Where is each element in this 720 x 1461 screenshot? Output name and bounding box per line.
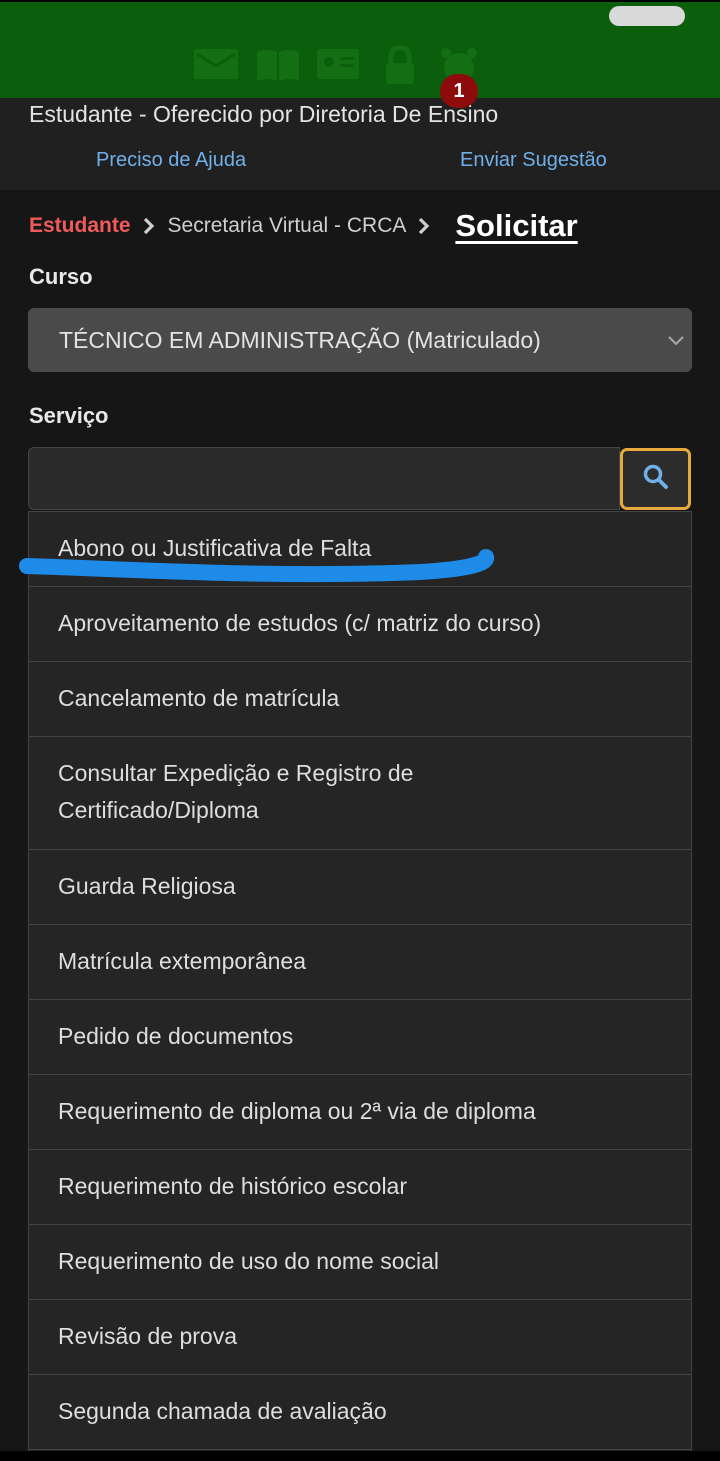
service-option-label: Abono ou Justificativa de Falta: [58, 535, 372, 561]
mail-icon[interactable]: [193, 46, 239, 87]
service-option[interactable]: Requerimento de diploma ou 2ª via de dip…: [29, 1075, 691, 1150]
chevron-right-icon: [418, 217, 430, 235]
search-icon: [642, 463, 670, 496]
service-option[interactable]: Pedido de documentos: [29, 1000, 691, 1075]
service-option-label: Guarda Religiosa: [58, 873, 236, 899]
service-option-label: Matrícula extemporânea: [58, 948, 307, 974]
service-option[interactable]: Segunda chamada de avaliação: [29, 1375, 691, 1450]
service-option[interactable]: Requerimento de histórico escolar: [29, 1150, 691, 1225]
service-option-label: Consultar Expedição e Registro de Certif…: [58, 760, 414, 823]
lock-icon[interactable]: [383, 45, 417, 91]
service-option[interactable]: Abono ou Justificativa de Falta: [29, 512, 691, 587]
system-nav-bar: [0, 1451, 720, 1461]
breadcrumb-section[interactable]: Secretaria Virtual - CRCA: [168, 214, 407, 238]
help-link[interactable]: Preciso de Ajuda: [96, 149, 246, 172]
service-option-label: Aproveitamento de estudos (c/ matriz do …: [58, 610, 542, 636]
service-option[interactable]: Revisão de prova: [29, 1300, 691, 1375]
service-option-label: Requerimento de uso do nome social: [58, 1248, 440, 1274]
status-pill: [609, 6, 685, 26]
service-option-label: Requerimento de diploma ou 2ª via de dip…: [58, 1098, 536, 1124]
chevron-right-icon: [143, 217, 155, 235]
notification-badge: 1: [440, 74, 478, 108]
service-option-label: Segunda chamada de avaliação: [58, 1398, 387, 1424]
service-option-label: Pedido de documentos: [58, 1023, 294, 1049]
service-option[interactable]: Consultar Expedição e Registro de Certif…: [29, 737, 691, 850]
service-option[interactable]: Matrícula extemporânea: [29, 925, 691, 1000]
breadcrumb-root[interactable]: Estudante: [29, 214, 131, 238]
service-option[interactable]: Guarda Religiosa: [29, 850, 691, 925]
breadcrumb: Estudante Secretaria Virtual - CRCA Soli…: [29, 204, 578, 248]
course-select[interactable]: TÉCNICO EM ADMINISTRAÇÃO (Matriculado): [28, 308, 692, 372]
id-card-icon[interactable]: [316, 46, 360, 87]
service-option[interactable]: Requerimento de uso do nome social: [29, 1225, 691, 1300]
search-button[interactable]: [620, 448, 691, 510]
service-option-label: Cancelamento de matrícula: [58, 685, 340, 711]
suggestion-link[interactable]: Enviar Sugestão: [460, 149, 607, 172]
service-option-label: Revisão de prova: [58, 1323, 237, 1349]
book-icon[interactable]: [255, 46, 301, 89]
nav-icon-bar: [0, 45, 720, 89]
app-header: [0, 0, 720, 98]
provider-text: Estudante - Oferecido por Diretoria De E…: [29, 101, 499, 127]
course-select-value: TÉCNICO EM ADMINISTRAÇÃO (Matriculado): [59, 326, 541, 353]
service-option[interactable]: Aproveitamento de estudos (c/ matriz do …: [29, 587, 691, 662]
chevron-down-icon: [668, 333, 684, 351]
course-label: Curso: [29, 264, 93, 289]
breadcrumb-current: Solicitar: [455, 208, 578, 243]
service-option[interactable]: Cancelamento de matrícula: [29, 662, 691, 737]
service-dropdown-list: Abono ou Justificativa de Falta Aproveita…: [28, 511, 692, 1461]
service-label: Serviço: [29, 403, 109, 428]
service-option-label: Requerimento de histórico escolar: [58, 1173, 408, 1199]
service-search-input[interactable]: [28, 447, 620, 510]
